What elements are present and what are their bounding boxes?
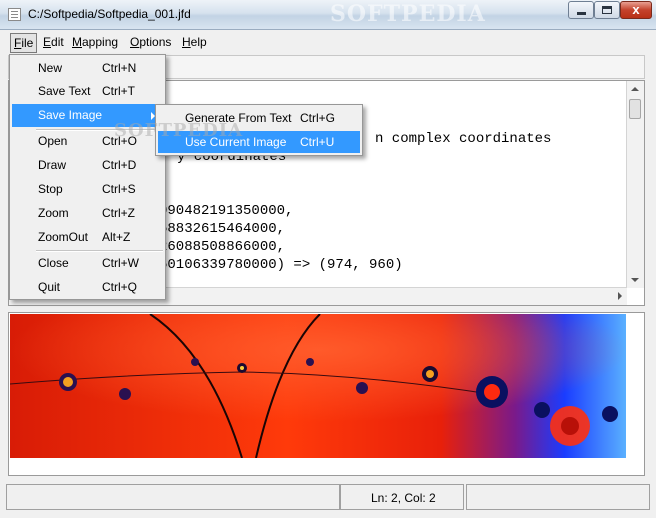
menu-item-shortcut: Ctrl+Q	[102, 280, 138, 294]
close-icon: x	[632, 2, 640, 17]
menu-item-shortcut: Ctrl+W	[102, 256, 139, 270]
menu-item-label: Quit	[38, 280, 61, 294]
scroll-down-arrow-icon[interactable]	[631, 278, 639, 282]
menu-mapping-mnemonic: M	[72, 35, 82, 49]
menu-help-rest: elp	[190, 35, 207, 49]
title-bar: C:/Softpedia/Softpedia_001.jfd SOFTPEDIA…	[0, 0, 656, 30]
menu-help-mnemonic: H	[182, 35, 191, 49]
menu-item-new[interactable]: New Ctrl+N	[12, 57, 163, 80]
menu-item-label: ZoomOut	[38, 230, 89, 244]
menu-item-zoomout[interactable]: ZoomOut Alt+Z	[12, 226, 163, 249]
menu-item-label: Close	[38, 256, 69, 270]
menu-item-save-image[interactable]: Save Image	[12, 104, 163, 127]
menu-item-shortcut: Ctrl+G	[300, 111, 336, 125]
editor-line: 50106339780000) => (974, 960)	[159, 257, 403, 273]
menu-options-rest: ptions	[139, 35, 172, 49]
menu-bar: File Edit Mapping Options Help	[0, 30, 656, 54]
editor-line: 58832615464000,	[159, 221, 286, 237]
status-cell-extra	[466, 484, 650, 510]
menu-item-use-current-image[interactable]: Use Current Image Ctrl+U	[158, 131, 360, 153]
fractal-image	[10, 314, 626, 458]
minimize-button[interactable]	[568, 1, 594, 19]
file-menu-dropdown: New Ctrl+N Save Text Ctrl+T Save Image O…	[9, 54, 166, 300]
menu-file[interactable]: File	[10, 33, 38, 53]
menu-item-shortcut: Ctrl+N	[102, 61, 137, 75]
menu-item-zoom[interactable]: Zoom Ctrl+Z	[12, 202, 163, 225]
menu-item-shortcut: Ctrl+Z	[102, 206, 135, 220]
status-cell-main	[6, 484, 340, 510]
cursor-position: Ln: 2, Col: 2	[371, 491, 436, 505]
menu-edit-mnemonic: E	[43, 35, 52, 49]
menu-edit-rest: dit	[51, 35, 64, 49]
save-image-submenu: Generate From Text Ctrl+G Use Current Im…	[155, 104, 363, 156]
menu-item-draw[interactable]: Draw Ctrl+D	[12, 154, 163, 177]
close-button[interactable]: x	[620, 1, 652, 19]
menu-mapping-rest: apping	[82, 35, 119, 49]
menu-options[interactable]: Options	[130, 35, 171, 49]
app-icon[interactable]	[8, 8, 21, 21]
menu-item-shortcut: Ctrl+O	[102, 134, 138, 148]
menu-item-label: Stop	[38, 182, 63, 196]
fractal-image-panel[interactable]	[8, 312, 645, 476]
menu-item-label: Open	[38, 134, 68, 148]
menu-item-shortcut: Alt+Z	[102, 230, 131, 244]
menu-item-generate-from-text[interactable]: Generate From Text Ctrl+G	[158, 107, 360, 129]
menu-item-label: Save Text	[38, 84, 91, 98]
menu-item-label: Save Image	[38, 108, 103, 122]
scroll-right-arrow-icon[interactable]	[618, 292, 622, 300]
editor-line: n complex coordinates	[375, 131, 552, 147]
menu-item-open[interactable]: Open Ctrl+O	[12, 130, 163, 153]
softpedia-watermark: SOFTPEDIA	[330, 1, 486, 27]
maximize-button[interactable]	[594, 1, 620, 19]
menu-item-label: New	[38, 61, 63, 75]
menu-item-shortcut: Ctrl+U	[300, 135, 335, 149]
menu-item-label: Generate From Text	[185, 111, 292, 125]
menu-help[interactable]: Help	[182, 35, 207, 49]
menu-mapping[interactable]: Mapping	[72, 35, 118, 49]
menu-item-shortcut: Ctrl+T	[102, 84, 135, 98]
editor-vertical-scrollbar[interactable]	[626, 81, 644, 288]
menu-item-save-text[interactable]: Save Text Ctrl+T	[12, 80, 163, 103]
menu-item-label: Use Current Image	[185, 135, 287, 149]
menu-item-close[interactable]: Close Ctrl+W	[12, 252, 163, 275]
status-cell-position: Ln: 2, Col: 2	[340, 484, 464, 510]
window-title: C:/Softpedia/Softpedia_001.jfd	[28, 7, 191, 21]
status-bar: Ln: 2, Col: 2	[0, 482, 656, 518]
menu-item-shortcut: Ctrl+S	[102, 182, 136, 196]
scroll-up-arrow-icon[interactable]	[631, 87, 639, 91]
editor-line: 26088508866000,	[159, 239, 286, 255]
menu-edit[interactable]: Edit	[43, 35, 64, 49]
menu-item-shortcut: Ctrl+D	[102, 158, 137, 172]
menu-file-rest: ile	[21, 36, 34, 50]
menu-item-stop[interactable]: Stop Ctrl+S	[12, 178, 163, 201]
menu-item-label: Draw	[38, 158, 67, 172]
menu-options-mnemonic: O	[130, 35, 140, 49]
editor-scroll-thumb[interactable]	[629, 99, 641, 119]
menu-item-quit[interactable]: Quit Ctrl+Q	[12, 276, 163, 299]
menu-item-label: Zoom	[38, 206, 69, 220]
editor-line: 090482191350000,	[159, 203, 294, 219]
